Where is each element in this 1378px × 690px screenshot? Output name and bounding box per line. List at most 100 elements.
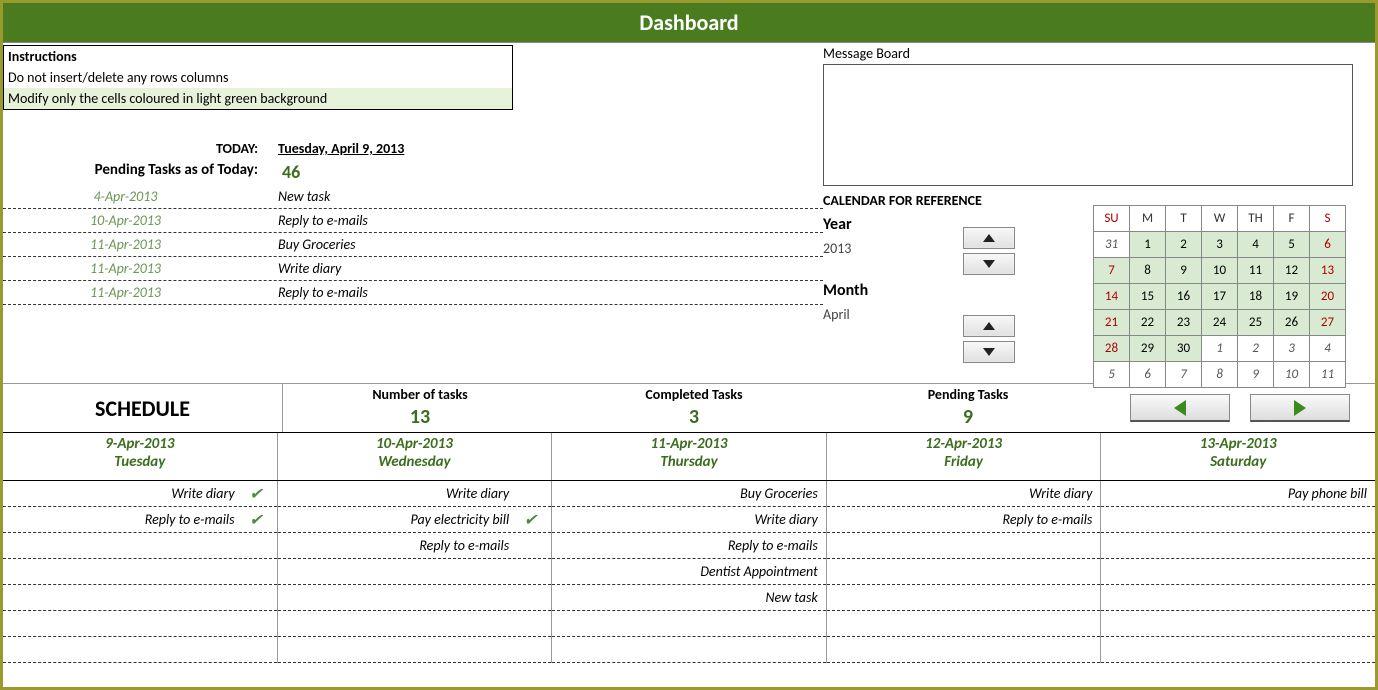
task-cell[interactable]	[1101, 611, 1375, 637]
checkmark-icon: ✔	[249, 510, 262, 530]
calendar-day-cell[interactable]: 26	[1274, 310, 1310, 336]
calendar-day-cell[interactable]: 11	[1310, 362, 1346, 388]
calendar-day-cell[interactable]: 3	[1274, 336, 1310, 362]
calendar-day-cell[interactable]: 1	[1130, 232, 1166, 258]
mini-calendar: SUMTWTHFS3112345678910111213141516171819…	[1093, 205, 1346, 388]
task-cell[interactable]	[1101, 559, 1375, 585]
task-cell[interactable]: Reply to e-mails✔	[3, 507, 277, 533]
calendar-day-cell[interactable]: 30	[1166, 336, 1202, 362]
task-cell[interactable]: Buy Groceries	[552, 481, 826, 507]
calendar-day-cell[interactable]: 15	[1130, 284, 1166, 310]
calendar-day-cell[interactable]: 14	[1094, 284, 1130, 310]
calendar-day-cell[interactable]: 8	[1202, 362, 1238, 388]
dashboard-title: Dashboard	[3, 3, 1375, 43]
calendar-day-cell[interactable]: 16	[1166, 284, 1202, 310]
calendar-day-cell[interactable]: 23	[1166, 310, 1202, 336]
task-cell[interactable]: New task	[552, 585, 826, 611]
calendar-day-cell[interactable]: 7	[1094, 258, 1130, 284]
task-cell[interactable]	[827, 559, 1101, 585]
task-cell[interactable]: Reply to e-mails	[278, 533, 552, 559]
day-name: Saturday	[1101, 453, 1375, 471]
calendar-day-cell[interactable]: 4	[1310, 336, 1346, 362]
calendar-day-cell[interactable]: 2	[1238, 336, 1274, 362]
year-up-button[interactable]	[963, 227, 1015, 249]
chevron-down-icon	[983, 348, 995, 356]
task-cell[interactable]	[1101, 637, 1375, 663]
calendar-day-cell[interactable]: 10	[1274, 362, 1310, 388]
task-cell[interactable]	[3, 585, 277, 611]
task-cell[interactable]	[827, 585, 1101, 611]
task-cell[interactable]: Pay electricity bill✔	[278, 507, 552, 533]
task-cell[interactable]	[827, 533, 1101, 559]
message-board-box[interactable]	[823, 64, 1353, 186]
calendar-day-cell[interactable]: 19	[1274, 284, 1310, 310]
pending-tasks-stat-label: Pending Tasks	[831, 386, 1105, 403]
schedule-prev-button[interactable]	[1130, 394, 1230, 422]
month-up-button[interactable]	[963, 315, 1015, 337]
task-cell[interactable]: Write diary	[552, 507, 826, 533]
task-cell[interactable]: Write diary	[827, 481, 1101, 507]
upcoming-task: Reply to e-mails	[278, 212, 368, 229]
schedule-column: Pay phone bill	[1101, 481, 1375, 663]
task-cell[interactable]	[3, 559, 277, 585]
month-value[interactable]: April	[823, 306, 1083, 323]
calendar-day-cell[interactable]: 6	[1310, 232, 1346, 258]
task-cell[interactable]	[552, 611, 826, 637]
task-cell[interactable]: Write diary✔	[3, 481, 277, 507]
task-cell[interactable]: Dentist Appointment	[552, 559, 826, 585]
task-cell[interactable]	[3, 611, 277, 637]
task-cell[interactable]	[3, 533, 277, 559]
calendar-day-cell[interactable]: 5	[1094, 362, 1130, 388]
calendar-day-cell[interactable]: 10	[1202, 258, 1238, 284]
task-cell[interactable]	[278, 637, 552, 663]
task-cell[interactable]	[3, 637, 277, 663]
calendar-day-cell[interactable]: 13	[1310, 258, 1346, 284]
calendar-day-cell[interactable]: 27	[1310, 310, 1346, 336]
calendar-day-cell[interactable]: 31	[1094, 232, 1130, 258]
calendar-day-cell[interactable]: 12	[1274, 258, 1310, 284]
calendar-day-cell[interactable]: 5	[1274, 232, 1310, 258]
calendar-day-cell[interactable]: 22	[1130, 310, 1166, 336]
calendar-day-cell[interactable]: 8	[1130, 258, 1166, 284]
task-cell[interactable]	[827, 637, 1101, 663]
month-down-button[interactable]	[963, 341, 1015, 363]
task-cell[interactable]	[1101, 507, 1375, 533]
day-header: 10-Apr-2013Wednesday	[278, 433, 553, 480]
task-cell[interactable]	[278, 611, 552, 637]
calendar-day-header: S	[1310, 206, 1346, 232]
calendar-day-cell[interactable]: 20	[1310, 284, 1346, 310]
calendar-day-cell[interactable]: 6	[1130, 362, 1166, 388]
calendar-day-cell[interactable]: 9	[1238, 362, 1274, 388]
task-cell[interactable]: Pay phone bill	[1101, 481, 1375, 507]
calendar-day-cell[interactable]: 11	[1238, 258, 1274, 284]
calendar-day-cell[interactable]: 21	[1094, 310, 1130, 336]
calendar-day-cell[interactable]: 28	[1094, 336, 1130, 362]
year-value[interactable]: 2013	[823, 240, 1083, 257]
task-cell[interactable]	[1101, 533, 1375, 559]
calendar-day-cell[interactable]: 18	[1238, 284, 1274, 310]
calendar-day-cell[interactable]: 9	[1166, 258, 1202, 284]
calendar-day-cell[interactable]: 24	[1202, 310, 1238, 336]
calendar-day-cell[interactable]: 7	[1166, 362, 1202, 388]
calendar-day-cell[interactable]: 25	[1238, 310, 1274, 336]
calendar-day-cell[interactable]: 3	[1202, 232, 1238, 258]
calendar-day-cell[interactable]: 29	[1130, 336, 1166, 362]
task-cell[interactable]	[278, 585, 552, 611]
year-down-button[interactable]	[963, 253, 1015, 275]
task-cell[interactable]: Reply to e-mails	[552, 533, 826, 559]
task-cell[interactable]	[1101, 585, 1375, 611]
task-cell[interactable]	[552, 637, 826, 663]
upcoming-task: Reply to e-mails	[278, 284, 368, 301]
calendar-day-cell[interactable]: 2	[1166, 232, 1202, 258]
task-cell[interactable]: Write diary	[278, 481, 552, 507]
calendar-day-cell[interactable]: 4	[1238, 232, 1274, 258]
day-header: 9-Apr-2013Tuesday	[3, 433, 278, 480]
calendar-day-cell[interactable]: 17	[1202, 284, 1238, 310]
task-cell[interactable]: Reply to e-mails	[827, 507, 1101, 533]
task-cell[interactable]	[827, 611, 1101, 637]
calendar-day-cell[interactable]: 1	[1202, 336, 1238, 362]
message-board-label: Message Board	[823, 43, 1375, 64]
schedule-column: Write diaryPay electricity bill✔Reply to…	[278, 481, 553, 663]
task-cell[interactable]	[278, 559, 552, 585]
schedule-next-button[interactable]	[1250, 394, 1350, 422]
